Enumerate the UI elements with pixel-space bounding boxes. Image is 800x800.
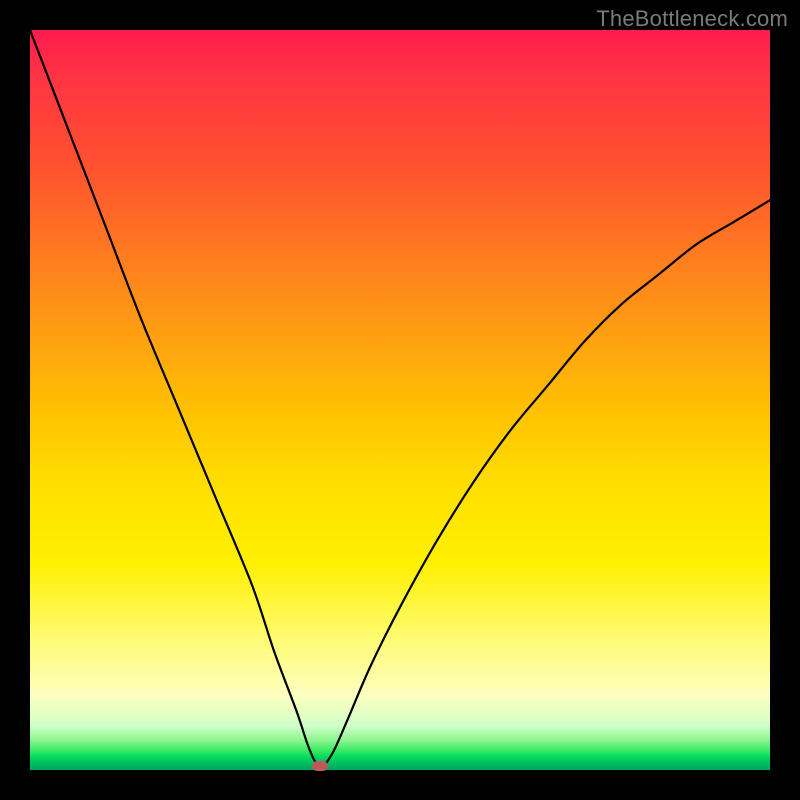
plot-area	[30, 30, 770, 770]
chart-frame: TheBottleneck.com	[0, 0, 800, 800]
minimum-marker	[312, 761, 328, 771]
watermark-text: TheBottleneck.com	[596, 6, 788, 32]
bottleneck-curve	[30, 30, 770, 770]
